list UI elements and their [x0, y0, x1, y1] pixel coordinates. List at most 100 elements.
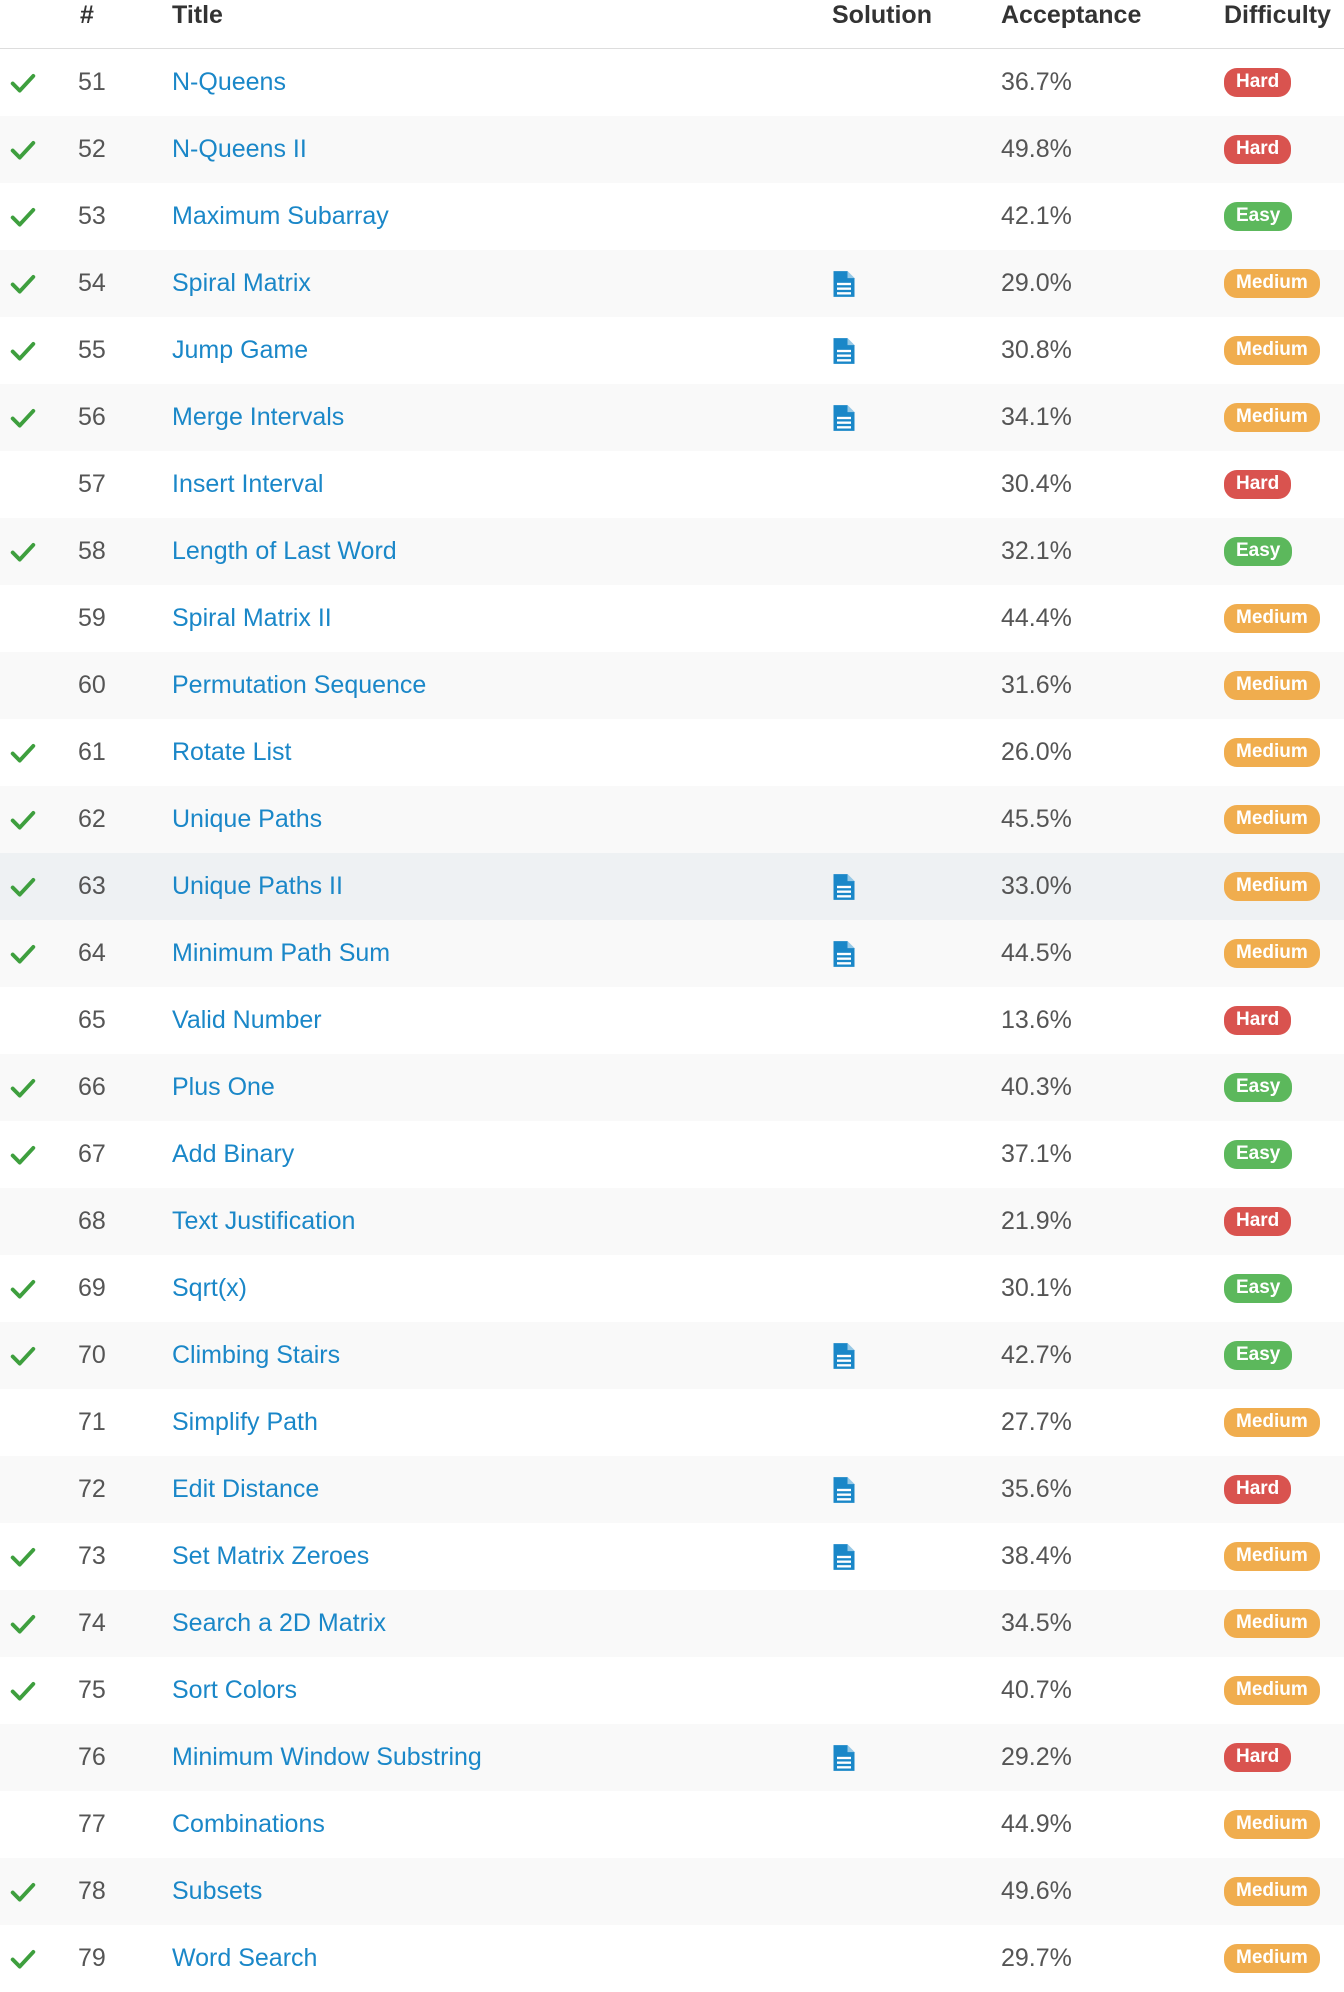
- table-row: 79 Word Search 29.7% Medium: [0, 1925, 1344, 1992]
- difficulty-cell: Easy: [1224, 202, 1293, 231]
- difficulty-badge: Hard: [1224, 1743, 1292, 1772]
- difficulty-cell: Medium: [1224, 336, 1320, 365]
- difficulty-cell: Hard: [1224, 1207, 1292, 1236]
- header-title[interactable]: Title: [172, 0, 223, 30]
- solution-document-icon[interactable]: [830, 1543, 858, 1571]
- difficulty-badge: Hard: [1224, 135, 1292, 164]
- table-row: 57 Insert Interval 30.4% Hard: [0, 451, 1344, 518]
- difficulty-cell: Medium: [1224, 1408, 1320, 1437]
- acceptance-rate: 44.4%: [1001, 604, 1072, 632]
- solution-document-icon[interactable]: [830, 337, 858, 365]
- difficulty-badge: Hard: [1224, 1475, 1292, 1504]
- solution-document-icon[interactable]: [830, 1476, 858, 1504]
- table-row: 65 Valid Number 13.6% Hard: [0, 987, 1344, 1054]
- table-row: 70 Climbing Stairs 42.7% Easy: [0, 1322, 1344, 1389]
- solved-check-icon: [8, 1877, 38, 1907]
- table-row: 51 N-Queens 36.7% Hard: [0, 49, 1344, 116]
- problem-title-link[interactable]: Combinations: [172, 1810, 325, 1839]
- solved-check-icon: [8, 68, 38, 98]
- difficulty-badge: Medium: [1224, 1676, 1320, 1705]
- problem-number: 70: [78, 1341, 106, 1369]
- problem-title-link[interactable]: Simplify Path: [172, 1408, 318, 1437]
- acceptance-rate: 49.6%: [1001, 1877, 1072, 1905]
- problem-title-link[interactable]: Text Justification: [172, 1207, 355, 1236]
- problem-title-link[interactable]: Subsets: [172, 1877, 262, 1906]
- solved-check-icon: [8, 805, 38, 835]
- problem-title-link[interactable]: Spiral Matrix: [172, 269, 311, 298]
- unsolved-blank: [8, 671, 38, 701]
- solved-check-icon: [8, 537, 38, 567]
- solution-document-icon[interactable]: [830, 940, 858, 968]
- problem-number: 69: [78, 1274, 106, 1302]
- difficulty-badge: Medium: [1224, 1542, 1320, 1571]
- problem-title-link[interactable]: N-Queens II: [172, 135, 307, 164]
- acceptance-rate: 35.6%: [1001, 1475, 1072, 1503]
- solved-check-icon: [8, 1140, 38, 1170]
- difficulty-cell: Medium: [1224, 738, 1320, 767]
- header-solution[interactable]: Solution: [832, 0, 932, 30]
- problem-title-link[interactable]: Add Binary: [172, 1140, 294, 1169]
- problem-number: 57: [78, 470, 106, 498]
- acceptance-rate: 38.4%: [1001, 1542, 1072, 1570]
- problem-title-link[interactable]: Minimum Window Substring: [172, 1743, 482, 1772]
- problem-title-link[interactable]: Insert Interval: [172, 470, 323, 499]
- problem-title-link[interactable]: Set Matrix Zeroes: [172, 1542, 369, 1571]
- solution-document-icon[interactable]: [830, 873, 858, 901]
- difficulty-cell: Medium: [1224, 1609, 1320, 1638]
- difficulty-badge: Medium: [1224, 604, 1320, 633]
- problem-number: 55: [78, 336, 106, 364]
- solution-document-icon[interactable]: [830, 1744, 858, 1772]
- table-row: 58 Length of Last Word 32.1% Easy: [0, 518, 1344, 585]
- problem-title-link[interactable]: Maximum Subarray: [172, 202, 389, 231]
- difficulty-badge: Medium: [1224, 939, 1320, 968]
- problem-title-link[interactable]: Unique Paths II: [172, 872, 343, 901]
- acceptance-rate: 36.7%: [1001, 68, 1072, 96]
- problem-title-link[interactable]: Jump Game: [172, 336, 308, 365]
- problem-number: 73: [78, 1542, 106, 1570]
- header-acceptance[interactable]: Acceptance: [1001, 0, 1141, 30]
- problem-title-link[interactable]: Unique Paths: [172, 805, 322, 834]
- acceptance-rate: 29.7%: [1001, 1944, 1072, 1972]
- problem-title-link[interactable]: Minimum Path Sum: [172, 939, 390, 968]
- header-difficulty[interactable]: Difficulty: [1224, 0, 1331, 30]
- problem-title-link[interactable]: Rotate List: [172, 738, 292, 767]
- header-num[interactable]: #: [80, 0, 94, 30]
- problem-number: 76: [78, 1743, 106, 1771]
- problem-number: 51: [78, 68, 106, 96]
- problem-title-link[interactable]: Merge Intervals: [172, 403, 344, 432]
- difficulty-badge: Easy: [1224, 1073, 1293, 1102]
- problem-title-link[interactable]: Plus One: [172, 1073, 275, 1102]
- solved-check-icon: [8, 403, 38, 433]
- solved-check-icon: [8, 1073, 38, 1103]
- problem-title-link[interactable]: Climbing Stairs: [172, 1341, 340, 1370]
- solution-document-icon[interactable]: [830, 1342, 858, 1370]
- problem-title-link[interactable]: N-Queens: [172, 68, 286, 97]
- problem-number: 54: [78, 269, 106, 297]
- unsolved-blank: [8, 1006, 38, 1036]
- problem-title-link[interactable]: Search a 2D Matrix: [172, 1609, 386, 1638]
- table-row: 53 Maximum Subarray 42.1% Easy: [0, 183, 1344, 250]
- problem-title-link[interactable]: Edit Distance: [172, 1475, 319, 1504]
- table-row: 68 Text Justification 21.9% Hard: [0, 1188, 1344, 1255]
- problem-title-link[interactable]: Length of Last Word: [172, 537, 397, 566]
- difficulty-badge: Easy: [1224, 1341, 1293, 1370]
- solution-document-icon[interactable]: [830, 270, 858, 298]
- problem-title-link[interactable]: Permutation Sequence: [172, 671, 426, 700]
- difficulty-cell: Medium: [1224, 604, 1320, 633]
- acceptance-rate: 26.0%: [1001, 738, 1072, 766]
- problem-title-link[interactable]: Sort Colors: [172, 1676, 297, 1705]
- solution-document-icon[interactable]: [830, 404, 858, 432]
- difficulty-badge: Medium: [1224, 1810, 1320, 1839]
- table-row: 61 Rotate List 26.0% Medium: [0, 719, 1344, 786]
- difficulty-cell: Easy: [1224, 1341, 1293, 1370]
- difficulty-badge: Medium: [1224, 1408, 1320, 1437]
- difficulty-badge: Medium: [1224, 269, 1320, 298]
- acceptance-rate: 33.0%: [1001, 872, 1072, 900]
- problem-title-link[interactable]: Spiral Matrix II: [172, 604, 332, 633]
- problem-title-link[interactable]: Word Search: [172, 1944, 317, 1973]
- difficulty-badge: Easy: [1224, 537, 1293, 566]
- problem-title-link[interactable]: Valid Number: [172, 1006, 322, 1035]
- problem-title-link[interactable]: Sqrt(x): [172, 1274, 247, 1303]
- solved-check-icon: [8, 135, 38, 165]
- difficulty-badge: Medium: [1224, 671, 1320, 700]
